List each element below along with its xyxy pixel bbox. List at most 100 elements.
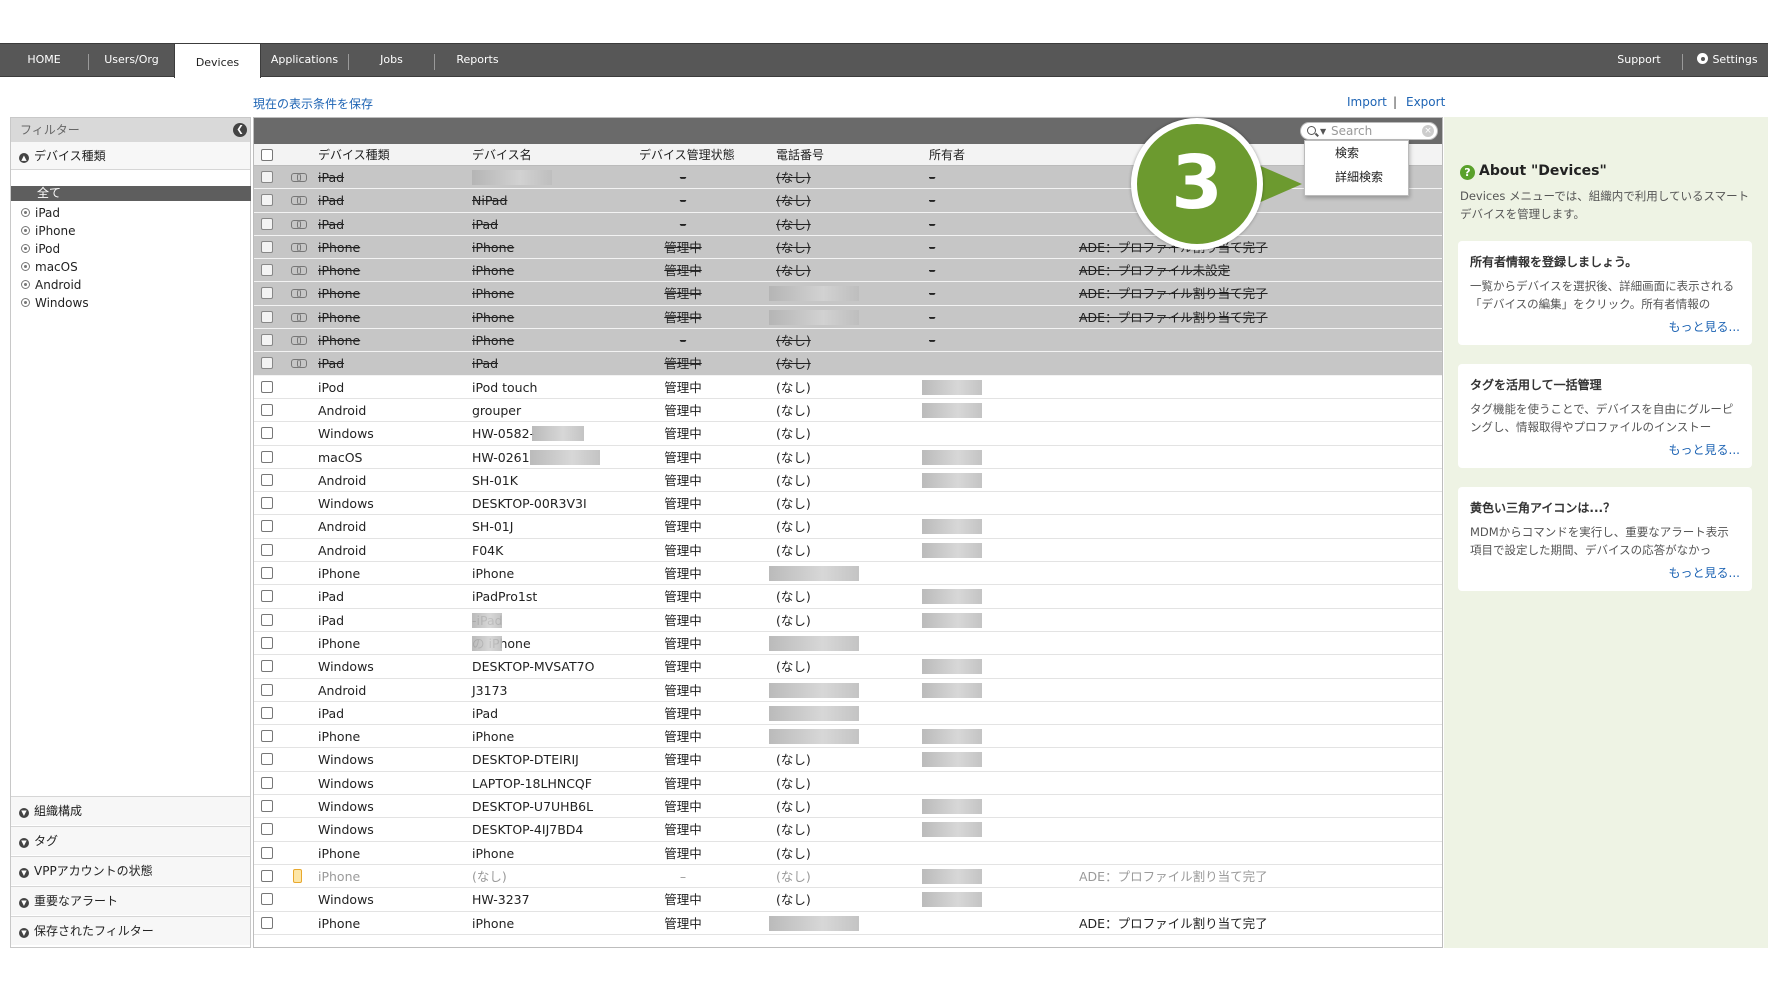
header-management-status[interactable]: デバイス管理状態 bbox=[639, 144, 735, 166]
filter-ipod[interactable]: iPod bbox=[21, 240, 60, 258]
section-org[interactable]: ▼ 組織構成 bbox=[11, 796, 250, 825]
row-checkbox[interactable] bbox=[261, 403, 273, 416]
save-view-link[interactable]: 現在の表示条件を保存 bbox=[253, 95, 373, 112]
filter-iphone[interactable]: iPhone bbox=[21, 222, 76, 240]
table-row[interactable]: Windows DESKTOP-00R3V3I 管理中 (なし) bbox=[254, 492, 1442, 516]
row-checkbox[interactable] bbox=[261, 171, 273, 183]
table-row[interactable]: Windows HW-3237 管理中 (なし) bbox=[254, 888, 1442, 912]
table-row[interactable]: iPhone iPhone 管理中 (なし) bbox=[254, 842, 1442, 865]
table-row[interactable]: iPhone iPhone 管理中 ADE：プロファイル割り当て完了 bbox=[254, 912, 1442, 935]
header-device-type[interactable]: デバイス種類 bbox=[318, 144, 390, 166]
row-checkbox[interactable] bbox=[261, 823, 273, 836]
nav-support[interactable]: Support bbox=[1604, 44, 1674, 76]
clear-icon[interactable]: × bbox=[1422, 125, 1434, 137]
filter-windows[interactable]: Windows bbox=[21, 294, 89, 312]
table-row[interactable]: Android grouper 管理中 (なし) bbox=[254, 399, 1442, 423]
table-row[interactable]: iPhone iPhone 管理中 – ADE：プロファイル割り当て完了 bbox=[254, 282, 1442, 306]
collapse-icon[interactable]: ❮ bbox=[233, 123, 247, 137]
table-row[interactable]: iPhoneの iPhone管理中 bbox=[254, 632, 1442, 656]
row-checkbox[interactable] bbox=[261, 357, 273, 370]
section-tags[interactable]: ▼ タグ bbox=[11, 826, 250, 855]
table-row[interactable]: Windows DESKTOP-DTEIRIJ 管理中 (なし) bbox=[254, 748, 1442, 772]
section-vpp[interactable]: ▼ VPPアカウントの状態 bbox=[11, 856, 250, 885]
table-row[interactable]: iPod iPod touch 管理中 (なし) bbox=[254, 376, 1442, 399]
filter-ipad[interactable]: iPad bbox=[21, 204, 60, 222]
section-alerts[interactable]: ▼ 重要なアラート bbox=[11, 886, 250, 915]
table-row[interactable]: Windows LAPTOP-18LHNCQF 管理中 (なし) bbox=[254, 772, 1442, 796]
search-menu-item-advanced[interactable]: 詳細検索 bbox=[1305, 165, 1408, 189]
table-row[interactable]: Windows HW-0582- 管理中 (なし) bbox=[254, 422, 1442, 446]
row-checkbox[interactable] bbox=[261, 846, 273, 859]
row-checkbox[interactable] bbox=[261, 613, 273, 626]
read-more-link[interactable]: もっと見る... bbox=[1669, 441, 1740, 458]
table-row[interactable]: iPad-iPad管理中(なし) bbox=[254, 609, 1442, 632]
row-checkbox[interactable] bbox=[261, 473, 273, 486]
section-saved-filters[interactable]: ▼ 保存されたフィルター bbox=[11, 916, 250, 945]
table-row[interactable]: Windows DESKTOP-U7UHB6L 管理中 (なし) bbox=[254, 795, 1442, 819]
search-input[interactable]: ▼ Search × bbox=[1300, 122, 1438, 140]
header-phone-number[interactable]: 電話番号 bbox=[776, 144, 824, 166]
row-checkbox[interactable] bbox=[261, 730, 273, 743]
row-checkbox[interactable] bbox=[261, 916, 273, 929]
header-device-name[interactable]: デバイス名 bbox=[472, 144, 532, 166]
row-checkbox[interactable] bbox=[261, 567, 273, 580]
row-checkbox[interactable] bbox=[261, 287, 273, 300]
row-checkbox[interactable] bbox=[261, 450, 273, 463]
row-checkbox[interactable] bbox=[261, 427, 273, 440]
row-checkbox[interactable] bbox=[261, 497, 273, 510]
export-link[interactable]: Export bbox=[1406, 95, 1445, 109]
table-row[interactable]: iPhone iPhone 管理中 – ADE：プロファイル割り当て完了 bbox=[254, 305, 1442, 330]
row-checkbox[interactable] bbox=[261, 800, 273, 813]
nav-home[interactable]: HOME bbox=[0, 44, 88, 76]
filter-macos[interactable]: macOS bbox=[21, 258, 78, 276]
nav-devices[interactable]: Devices bbox=[174, 43, 261, 78]
nav-applications[interactable]: Applications bbox=[261, 44, 348, 76]
table-row[interactable]: iPad iPad 管理中 (なし) bbox=[254, 352, 1442, 376]
table-row[interactable]: iPad iPadPro1st 管理中 (なし) bbox=[254, 585, 1442, 609]
table-row[interactable]: iPhone iPhone 管理中 bbox=[254, 725, 1442, 749]
row-checkbox[interactable] bbox=[261, 753, 273, 766]
table-row[interactable]: Android SH-01K 管理中 (なし) bbox=[254, 469, 1442, 493]
table-row[interactable]: Windows DESKTOP-4IJ7BD4 管理中 (なし) bbox=[254, 818, 1442, 842]
row-checkbox[interactable] bbox=[261, 636, 273, 649]
nav-jobs[interactable]: Jobs bbox=[349, 44, 434, 76]
row-checkbox[interactable] bbox=[261, 893, 273, 906]
row-checkbox[interactable] bbox=[261, 776, 273, 789]
table-row[interactable]: iPad iPad – (なし) – bbox=[254, 212, 1442, 236]
row-checkbox[interactable] bbox=[261, 869, 273, 882]
row-checkbox[interactable] bbox=[261, 706, 273, 719]
row-checkbox[interactable] bbox=[261, 194, 273, 207]
search-menu-item-search[interactable]: 検索 bbox=[1305, 141, 1408, 165]
row-checkbox[interactable] bbox=[261, 683, 273, 696]
row-checkbox[interactable] bbox=[261, 310, 273, 323]
table-row[interactable]: iPhone iPhone 管理中 bbox=[254, 562, 1442, 586]
table-row[interactable]: Windows DESKTOP-MVSAT7O 管理中 (なし) bbox=[254, 655, 1442, 679]
nav-reports[interactable]: Reports bbox=[435, 44, 520, 76]
row-checkbox[interactable] bbox=[261, 264, 273, 277]
table-row[interactable]: iPhone (なし) – (なし) ADE：プロファイル割り当て完了 bbox=[254, 865, 1442, 889]
table-row[interactable]: macOS HW-0261 管理中 (なし) bbox=[254, 446, 1442, 469]
nav-users-org[interactable]: Users/Org bbox=[89, 44, 174, 76]
table-row[interactable]: Android J3173 管理中 bbox=[254, 679, 1442, 702]
table-row[interactable]: iPhone iPhone – (なし) – bbox=[254, 329, 1442, 353]
row-checkbox[interactable] bbox=[261, 660, 273, 673]
row-checkbox[interactable] bbox=[261, 240, 273, 253]
filter-android[interactable]: Android bbox=[21, 276, 81, 294]
read-more-link[interactable]: もっと見る... bbox=[1669, 318, 1740, 335]
import-link[interactable]: Import bbox=[1347, 95, 1387, 109]
row-checkbox[interactable] bbox=[261, 380, 273, 393]
nav-settings[interactable]: Settings bbox=[1690, 44, 1765, 76]
row-checkbox[interactable] bbox=[261, 334, 273, 347]
row-checkbox[interactable] bbox=[261, 217, 273, 230]
table-row[interactable]: Android F04K 管理中 (なし) bbox=[254, 539, 1442, 563]
table-row[interactable]: Android SH-01J 管理中 (なし) bbox=[254, 515, 1442, 539]
row-checkbox[interactable] bbox=[261, 543, 273, 556]
read-more-link[interactable]: もっと見る... bbox=[1669, 564, 1740, 581]
row-checkbox[interactable] bbox=[261, 590, 273, 603]
device-type-section[interactable]: ▲ デバイス種類 bbox=[11, 142, 250, 170]
table-row[interactable]: iPhone iPhone 管理中 (なし) – ADE：プロファイル未設定 bbox=[254, 259, 1442, 283]
header-owner[interactable]: 所有者 bbox=[929, 144, 965, 166]
table-row[interactable]: iPhone iPhone 管理中 (なし) – ADE：プロファイル割り当て完了 bbox=[254, 235, 1442, 260]
chevron-down-icon[interactable]: ▼ bbox=[1320, 124, 1326, 140]
row-checkbox[interactable] bbox=[261, 520, 273, 533]
